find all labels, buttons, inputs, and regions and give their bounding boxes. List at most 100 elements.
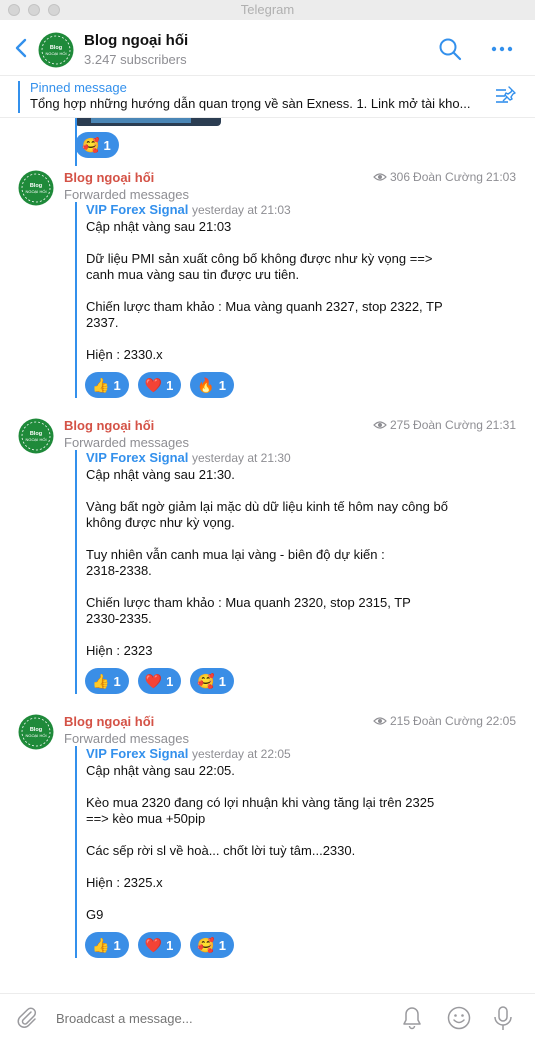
message-time: 21:31 — [485, 418, 516, 432]
reaction-emoji: 🥰 — [197, 937, 215, 953]
message[interactable]: Blog NGOẠI HỐI Blog ngoại hối 275 Đoàn C… — [0, 418, 535, 708]
reaction-emoji: 🥰 — [197, 673, 215, 689]
reaction-emoji: ❤️ — [144, 673, 163, 689]
reaction-emoji: 🔥 — [197, 377, 215, 393]
forward-source-name[interactable]: VIP Forex Signal — [86, 202, 188, 217]
forward-source[interactable]: VIP Forex Signal yesterday at 21:30 — [86, 450, 515, 467]
avatar[interactable]: Blog NGOẠI HỐI — [18, 418, 54, 454]
reaction-emoji: 🥰 — [82, 137, 100, 153]
message[interactable]: Blog NGOẠI HỐI Blog ngoại hối 215 Đoàn C… — [0, 714, 535, 974]
reaction-count: 1 — [113, 377, 121, 393]
reaction-count: 1 — [113, 673, 121, 689]
post-author: Đoàn Cường — [413, 714, 483, 728]
pinned-text: Tổng hợp những hướng dẫn quan trọng về s… — [30, 96, 471, 111]
search-icon[interactable] — [438, 37, 462, 61]
svg-text:NGOẠI HỐI: NGOẠI HỐI — [25, 437, 46, 442]
close-window-button[interactable] — [8, 4, 20, 16]
message-text: Cập nhật vàng sau 22:05. Kèo mua 2320 đa… — [86, 763, 435, 922]
view-count: 215 — [390, 714, 411, 728]
reactions: 👍 1 ❤️ 1 🥰 1 — [77, 932, 515, 958]
message-text: Cập nhật vàng sau 21:03 Dữ liệu PMI sản … — [86, 219, 443, 362]
forward-time: yesterday at 22:05 — [191, 747, 291, 761]
reaction-emoji: 👍 — [92, 673, 110, 689]
forwarded-label: Forwarded messages — [64, 187, 189, 202]
message-time: 22:05 — [485, 714, 516, 728]
reaction-emoji: 👍 — [92, 937, 110, 953]
message-list[interactable]: 🥰 1 Blog NGOẠI HỐI Blog ngoại hối 306 Đo… — [0, 118, 535, 993]
pinned-message-bar[interactable]: Pinned message Tổng hợp những hướng dẫn … — [0, 76, 535, 118]
reaction-emoji: ❤️ — [144, 377, 163, 393]
telegram-window: Telegram Blog NGOẠI HỐI Blog ngoại hối 3… — [0, 0, 535, 1041]
chat-header: Blog NGOẠI HỐI Blog ngoại hối 3.247 subs… — [0, 20, 535, 76]
reaction-button[interactable]: ❤️ 1 — [137, 372, 182, 398]
view-count: 275 — [390, 418, 411, 432]
view-count: 306 — [390, 170, 411, 184]
forwarded-label: Forwarded messages — [64, 731, 189, 746]
subscriber-count: 3.247 subscribers — [84, 52, 187, 67]
mic-icon[interactable] — [492, 1004, 514, 1032]
forwarded-label: Forwarded messages — [64, 435, 189, 450]
emoji-icon[interactable] — [446, 1005, 472, 1031]
reaction-count: 1 — [218, 673, 227, 689]
minimize-window-button[interactable] — [28, 4, 40, 16]
reaction-button[interactable]: 🥰 1 — [75, 132, 119, 158]
pinned-label: Pinned message — [30, 80, 127, 95]
zoom-window-button[interactable] — [48, 4, 60, 16]
reaction-count: 1 — [166, 937, 174, 953]
reaction-count: 1 — [166, 673, 174, 689]
composer — [0, 993, 535, 1041]
sender-name[interactable]: Blog ngoại hối — [64, 170, 154, 185]
reaction-button[interactable]: 👍 1 — [85, 668, 129, 694]
forward-time: yesterday at 21:03 — [191, 203, 291, 217]
reaction-button[interactable]: 🥰 1 — [190, 668, 235, 694]
attach-icon[interactable] — [15, 1006, 39, 1030]
eye-icon — [373, 421, 387, 429]
message-meta: 215 Đoàn Cường 22:05 — [373, 714, 516, 728]
pin-icon[interactable] — [494, 85, 518, 107]
post-author: Đoàn Cường — [413, 170, 483, 184]
forwarded-body: VIP Forex Signal yesterday at 22:05 Cập … — [75, 746, 515, 958]
reaction-emoji: 👍 — [92, 377, 110, 393]
back-arrow-icon[interactable] — [12, 35, 32, 61]
forward-source-name[interactable]: VIP Forex Signal — [86, 746, 188, 761]
svg-text:NGOẠI HỐI: NGOẠI HỐI — [25, 733, 46, 738]
forward-source[interactable]: VIP Forex Signal yesterday at 22:05 — [86, 746, 515, 763]
previous-message-image[interactable] — [75, 118, 221, 126]
avatar[interactable]: Blog NGOẠI HỐI — [18, 170, 54, 206]
reaction-button[interactable]: 👍 1 — [85, 372, 129, 398]
reaction-button[interactable]: 🔥 1 — [190, 372, 235, 398]
reaction-button[interactable]: 🥰 1 — [190, 932, 235, 958]
title-bar: Telegram — [0, 0, 535, 20]
eye-icon — [373, 173, 387, 181]
reaction-count: 1 — [103, 137, 111, 153]
window-title: Telegram — [240, 2, 295, 17]
post-author: Đoàn Cường — [413, 418, 483, 432]
sender-name[interactable]: Blog ngoại hối — [64, 418, 154, 433]
avatar[interactable]: Blog NGOẠI HỐI — [18, 714, 54, 750]
message-meta: 275 Đoàn Cường 21:31 — [373, 418, 516, 432]
svg-text:NGOẠI HỐI: NGOẠI HỐI — [25, 189, 46, 194]
message-meta: 306 Đoàn Cường 21:03 — [373, 170, 516, 184]
forwarded-body: VIP Forex Signal yesterday at 21:03 Cập … — [75, 202, 515, 398]
svg-text:NGOẠI HỐI: NGOẠI HỐI — [45, 51, 66, 56]
forward-source[interactable]: VIP Forex Signal yesterday at 21:03 — [86, 202, 515, 219]
reaction-count: 1 — [113, 937, 121, 953]
reaction-button[interactable]: ❤️ 1 — [137, 932, 182, 958]
sender-name[interactable]: Blog ngoại hối — [64, 714, 154, 729]
message-time: 21:03 — [485, 170, 516, 184]
more-icon[interactable] — [490, 40, 514, 58]
channel-name[interactable]: Blog ngoại hối — [84, 32, 188, 49]
forward-time: yesterday at 21:30 — [191, 451, 291, 465]
reaction-button[interactable]: 👍 1 — [85, 932, 129, 958]
bell-icon[interactable] — [400, 1005, 424, 1031]
pinned-accent-bar — [18, 81, 20, 113]
message-input[interactable] — [56, 1008, 356, 1028]
channel-avatar[interactable]: Blog NGOẠI HỐI — [38, 32, 74, 68]
reaction-button[interactable]: ❤️ 1 — [137, 668, 182, 694]
previous-reactions: 🥰 1 — [75, 132, 119, 158]
message-text: Cập nhật vàng sau 21:30. Vàng bất ngờ gi… — [86, 467, 448, 658]
reaction-emoji: ❤️ — [144, 937, 163, 953]
message[interactable]: Blog NGOẠI HỐI Blog ngoại hối 306 Đoàn C… — [0, 170, 535, 406]
forward-source-name[interactable]: VIP Forex Signal — [86, 450, 188, 465]
forwarded-body: VIP Forex Signal yesterday at 21:30 Cập … — [75, 450, 515, 694]
